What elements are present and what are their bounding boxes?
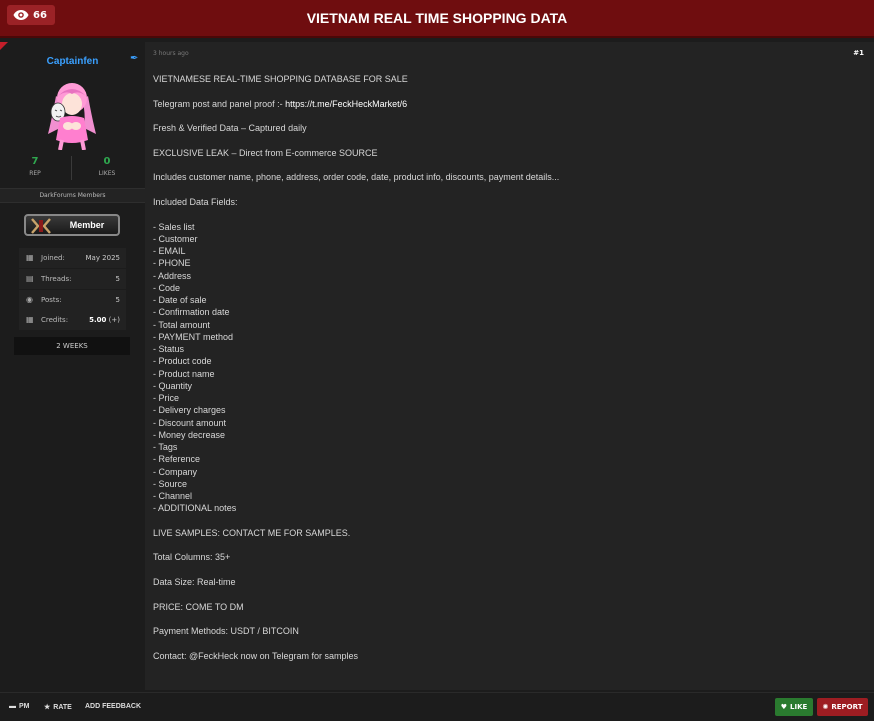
post-content: 3 hours ago #1 VIETNAMESE REAL-TIME SHOP… [145, 42, 874, 690]
post-line: Includes customer name, phone, address, … [153, 172, 560, 183]
field-list-item: - Quantity [153, 380, 193, 391]
info-value: 5.00 (+) [89, 316, 120, 324]
user-group: DarkForums Members [0, 188, 145, 203]
info-key: Threads: [41, 275, 72, 283]
field-list-item: - Delivery charges [153, 405, 226, 416]
likes-value: 0 [103, 156, 111, 167]
member-duration: 2 WEEKS [14, 337, 130, 355]
post-line: Payment Methods: USDT / BITCOIN [153, 626, 299, 637]
field-list-item: - Confirmation date [153, 307, 230, 318]
field-list-item: - Product code [153, 356, 212, 367]
username-link[interactable]: Captainfen [0, 56, 145, 67]
corner-marker [0, 42, 8, 50]
info-key: Joined: [41, 254, 65, 262]
avatar[interactable] [38, 78, 106, 150]
posts-row[interactable]: ◉ Posts: 5 [19, 290, 126, 310]
info-key: Credits: [41, 316, 69, 324]
threads-icon: ▤ [26, 274, 34, 283]
field-list-item: - Discount amount [153, 417, 227, 428]
field-list-item: - EMAIL [153, 246, 186, 257]
telegram-prefix: Telegram post and panel proof :- [153, 98, 286, 109]
post-line: Fresh & Verified Data – Captured daily [153, 123, 307, 134]
field-list-item: - Customer [153, 233, 198, 244]
alert-icon: ✺ [822, 703, 829, 711]
feedback-label: ADD FEEDBACK [85, 703, 141, 710]
post-line: EXCLUSIVE LEAK – Direct from E-commerce … [153, 147, 378, 158]
field-list-item: - Reference [153, 454, 201, 465]
field-list-item: - PHONE [153, 258, 191, 269]
rate-label: RATE [53, 703, 72, 711]
field-list-item: - Code [153, 282, 181, 293]
add-credits-link[interactable]: (+) [109, 316, 120, 324]
info-key: Posts: [41, 296, 62, 304]
threads-row[interactable]: ▤ Threads: 5 [19, 269, 126, 289]
info-value: 5 [115, 275, 120, 283]
likes-stat[interactable]: 0 LIKES [72, 156, 142, 177]
post-body: VIETNAMESE REAL-TIME SHOPPING DATABASE F… [153, 74, 853, 675]
car-icon: ▬ [9, 703, 16, 710]
field-list-item: - Price [153, 393, 180, 404]
heart-icon: ♥ [780, 703, 787, 711]
post-line: Included Data Fields: [153, 196, 238, 207]
rank-badge: Member [24, 214, 120, 236]
user-sidebar: Captainfen ✒ 7 REP 0 LIKES DarkForums Me… [0, 42, 145, 690]
rate-button[interactable]: ★ RATE [44, 703, 72, 712]
field-list-item: - Sales list [153, 221, 195, 232]
field-list-item: - ADDITIONAL notes [153, 503, 237, 514]
post-footer: ▬ PM ★ RATE ADD FEEDBACK ♥ LIKE ✺ REPORT [0, 692, 874, 721]
pm-label: PM [19, 703, 30, 710]
credits-value: 5.00 [89, 316, 107, 324]
rep-stat[interactable]: 7 REP [0, 156, 70, 177]
coins-icon: ▦ [26, 315, 34, 324]
post-timestamp: 3 hours ago [153, 50, 189, 57]
post-line: PRICE: COME TO DM [153, 601, 244, 612]
field-list-item: - Total amount [153, 319, 210, 330]
rank-emblem-icon [31, 218, 51, 234]
field-list-item: - Tags [153, 442, 178, 453]
post-number-link[interactable]: #1 [853, 49, 864, 57]
thread-title: VIETNAM REAL TIME SHOPPING DATA [306, 10, 568, 26]
field-list-item: - Source [153, 478, 188, 489]
star-icon: ★ [44, 704, 51, 711]
field-list-item: - Status [153, 344, 185, 355]
field-list-item: - Money decrease [153, 429, 226, 440]
field-list-item: - PAYMENT method [153, 331, 234, 342]
rep-label: REP [29, 170, 41, 177]
pm-button[interactable]: ▬ PM [9, 703, 30, 710]
fields-list: - Sales list - Customer - EMAIL - PHONE - Ad… [153, 222, 853, 516]
field-list-item: - Product name [153, 368, 215, 379]
telegram-link[interactable]: https://t.me/FeckHeckMarket/6 [285, 99, 407, 109]
field-list-item: - Company [153, 466, 198, 477]
field-list-item: - Date of sale [153, 295, 207, 306]
info-value: 5 [115, 296, 120, 304]
calendar-icon: ▦ [26, 253, 34, 262]
post-line: Telegram post and panel proof :- https:/… [153, 99, 853, 124]
feather-icon: ✒ [130, 53, 139, 64]
post-line: Contact: @FeckHeck now on Telegram for s… [153, 650, 359, 661]
field-list-item: - Channel [153, 491, 193, 502]
field-list-item: - Address [153, 270, 192, 281]
post-line: Total Columns: 35+ [153, 552, 231, 563]
like-label: LIKE [790, 703, 808, 711]
joined-row: ▦ Joined: May 2025 [19, 248, 126, 268]
post-line: Data Size: Real-time [153, 577, 236, 587]
credits-row: ▦ Credits: 5.00 (+) [19, 310, 126, 330]
rep-value: 7 [31, 156, 39, 167]
post-line: LIVE SAMPLES: CONTACT ME FOR SAMPLES. [153, 527, 351, 538]
comments-icon: ◉ [26, 295, 33, 304]
likes-label: LIKES [98, 170, 116, 177]
add-feedback-button[interactable]: ADD FEEDBACK [85, 703, 141, 710]
like-button[interactable]: ♥ LIKE [775, 698, 813, 716]
post-line: VIETNAMESE REAL-TIME SHOPPING DATABASE F… [153, 74, 408, 84]
info-value: May 2025 [85, 254, 120, 262]
thread-header: 66 VIETNAM REAL TIME SHOPPING DATA [0, 0, 874, 38]
report-button[interactable]: ✺ REPORT [817, 698, 868, 716]
report-label: REPORT [831, 703, 863, 711]
rank-label: Member [69, 220, 105, 230]
